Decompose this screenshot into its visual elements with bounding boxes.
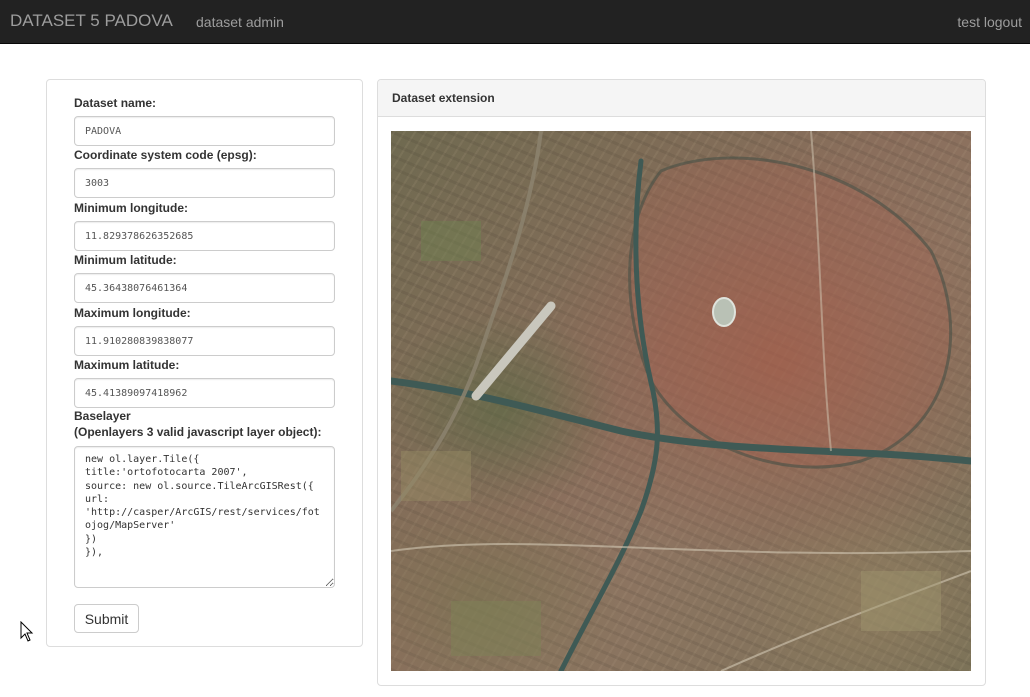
submit-button[interactable]: Submit [74, 604, 139, 633]
epsg-input[interactable] [74, 168, 335, 198]
road [391, 542, 971, 555]
min-longitude-input[interactable] [74, 221, 335, 251]
nav-dataset-admin-link[interactable]: dataset admin [196, 13, 284, 31]
brand-link[interactable]: DATASET 5 PADOVA [10, 11, 173, 31]
min-latitude-label: Minimum latitude: [74, 253, 177, 267]
panel-heading: Dataset extension [378, 80, 985, 117]
runway [471, 301, 556, 401]
epsg-label: Coordinate system code (epsg): [74, 148, 257, 162]
aerial-map[interactable] [391, 131, 971, 671]
field [451, 601, 541, 656]
nav-logout-link[interactable]: test logout [957, 13, 1022, 31]
mouse-pointer-icon [20, 621, 34, 642]
baselayer-sublabel: (Openlayers 3 valid javascript layer obj… [74, 425, 322, 439]
prato-della-valle [712, 297, 736, 327]
max-latitude-input[interactable] [74, 378, 335, 408]
dataset-name-input[interactable] [74, 116, 335, 146]
map-features [391, 131, 971, 671]
field [861, 571, 941, 631]
dataset-name-label: Dataset name: [74, 96, 157, 110]
top-navbar: DATASET 5 PADOVA dataset admin test logo… [0, 0, 1030, 44]
baselayer-label: Baselayer [74, 409, 131, 423]
panel-title: Dataset extension [392, 91, 495, 105]
field [401, 451, 471, 501]
max-latitude-label: Maximum latitude: [74, 358, 180, 372]
min-longitude-label: Minimum longitude: [74, 201, 188, 215]
dataset-form-panel: Dataset name: Coordinate system code (ep… [46, 79, 363, 647]
min-latitude-input[interactable] [74, 273, 335, 303]
dataset-extension-panel: Dataset extension [377, 79, 986, 686]
max-longitude-input[interactable] [74, 326, 335, 356]
max-longitude-label: Maximum longitude: [74, 306, 191, 320]
historic-center [628, 156, 952, 469]
baselayer-textarea[interactable]: new ol.layer.Tile({ title:'ortofotocarta… [74, 446, 335, 588]
field [421, 221, 481, 261]
